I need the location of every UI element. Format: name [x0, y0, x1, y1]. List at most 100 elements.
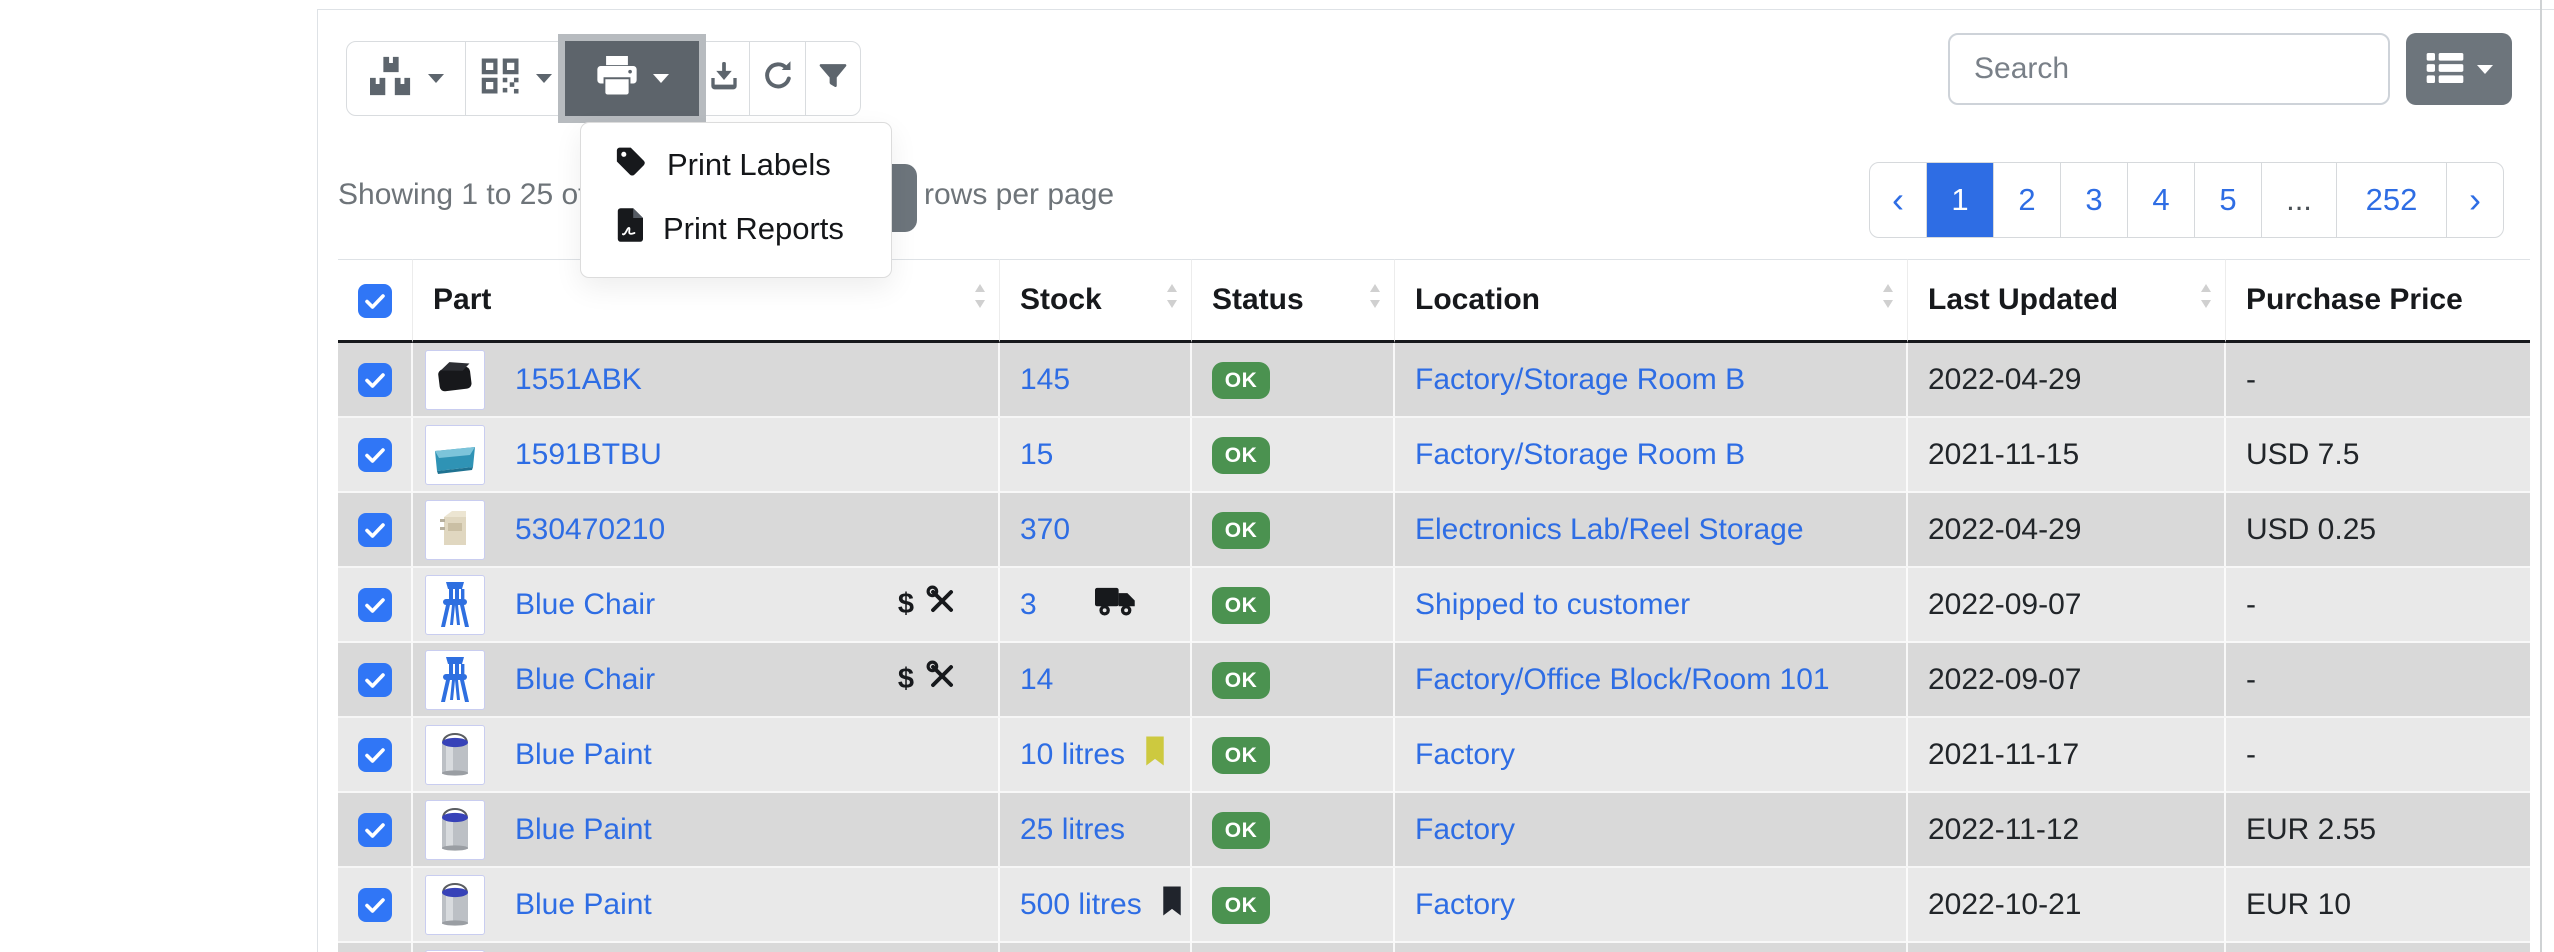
location-link[interactable]: Factory [1415, 813, 1515, 846]
refresh-button[interactable] [749, 41, 806, 116]
part-thumbnail[interactable] [425, 650, 485, 710]
stock-link[interactable]: 25 litres [1020, 813, 1125, 847]
location-link[interactable]: Electronics Lab/Reel Storage [1415, 513, 1804, 546]
location-link[interactable]: Shipped to customer [1415, 588, 1690, 621]
part-link[interactable]: Blue Paint [515, 813, 652, 847]
last-updated-cell: 2022-10-21 [1908, 868, 2226, 943]
select-all-header [338, 259, 413, 343]
columns-button[interactable] [2406, 33, 2512, 105]
menu-item-label: Print Labels [667, 147, 831, 183]
part-thumbnail[interactable] [425, 425, 485, 485]
filter-button[interactable] [805, 41, 861, 116]
bookmark-dark-icon [1160, 885, 1184, 925]
dollar-icon: $ [898, 663, 914, 696]
table-row: Blue Chair $ 3 OK Shipped to customer [338, 568, 2530, 643]
stock-table: Part Stock Status [338, 259, 2530, 952]
search-input[interactable] [1948, 33, 2390, 105]
table-row: $ [338, 943, 2530, 952]
column-header-stock[interactable]: Stock [1000, 259, 1192, 343]
stock-link[interactable]: 370 [1020, 513, 1070, 547]
location-link[interactable]: Factory/Storage Room B [1415, 438, 1745, 471]
location-link[interactable]: Factory/Storage Room B [1415, 363, 1745, 396]
chevron-down-icon [536, 74, 552, 83]
column-header-status[interactable]: Status [1192, 259, 1395, 343]
truck-icon [1095, 585, 1137, 625]
page-button-4[interactable]: 4 [2127, 163, 2194, 237]
part-thumbnail[interactable] [425, 350, 485, 410]
location-link[interactable]: Factory [1415, 888, 1515, 921]
part-link[interactable]: Blue Chair [515, 588, 655, 622]
stock-link[interactable]: 145 [1020, 363, 1070, 397]
stock-link[interactable]: 10 litres [1020, 738, 1125, 772]
status-badge: OK [1212, 512, 1270, 549]
column-header-location[interactable]: Location [1395, 259, 1908, 343]
part-link[interactable]: Blue Paint [515, 738, 652, 772]
chevron-down-icon [653, 74, 669, 83]
stock-tree-button[interactable] [346, 41, 466, 116]
table-toolbar [346, 41, 861, 116]
part-link[interactable]: 1551ABK [515, 363, 642, 397]
flag-yellow-icon [1143, 735, 1167, 775]
part-link[interactable]: Blue Chair [515, 663, 655, 697]
last-updated-cell: 2022-04-29 [1908, 343, 2226, 418]
print-actions-button[interactable] [565, 41, 699, 116]
table-row: 1551ABK 145 OK Factory/Storage Room B 20… [338, 343, 2530, 418]
column-header-purchase-price[interactable]: Purchase Price [2226, 259, 2530, 343]
stock-link[interactable]: 14 [1020, 663, 1053, 697]
part-link[interactable]: 1591BTBU [515, 438, 662, 472]
row-checkbox[interactable] [358, 738, 392, 772]
part-thumbnail[interactable] [425, 500, 485, 560]
row-checkbox[interactable] [358, 513, 392, 547]
page-button-1[interactable]: 1 [1926, 163, 1993, 237]
pagination-info: Showing 1 to 25 of [338, 178, 587, 212]
purchase-price-cell: - [2226, 343, 2530, 418]
stock-tree-icon [368, 55, 414, 102]
sort-icon [1881, 283, 1895, 317]
stock-link[interactable]: 3 [1020, 588, 1037, 622]
stock-table-page: Print Labels Print Reports Showing 1 to … [0, 0, 2554, 952]
tag-icon [615, 145, 647, 185]
column-header-last-updated[interactable]: Last Updated [1908, 259, 2226, 343]
part-link[interactable]: Blue Paint [515, 888, 652, 922]
purchase-price-cell: - [2226, 718, 2530, 793]
select-all-checkbox[interactable] [358, 284, 392, 318]
qrcode-icon [480, 56, 522, 101]
page-button-3[interactable]: 3 [2060, 163, 2127, 237]
printer-icon [595, 56, 639, 101]
location-link[interactable]: Factory/Office Block/Room 101 [1415, 663, 1830, 696]
row-checkbox[interactable] [358, 813, 392, 847]
table-list-icon [2425, 51, 2465, 88]
location-link[interactable]: Factory [1415, 738, 1515, 771]
part-thumbnail[interactable] [425, 875, 485, 935]
part-thumbnail[interactable] [425, 575, 485, 635]
download-button[interactable] [698, 41, 750, 116]
row-checkbox[interactable] [358, 363, 392, 397]
purchase-price-cell: USD 7.5 [2226, 418, 2530, 493]
row-checkbox[interactable] [358, 588, 392, 622]
page-button-252[interactable]: 252 [2336, 163, 2446, 237]
purchase-price-cell: EUR 2.55 [2226, 793, 2530, 868]
part-thumbnail[interactable] [425, 725, 485, 785]
menu-item-print-labels[interactable]: Print Labels [581, 133, 891, 197]
page-button-2[interactable]: 2 [1993, 163, 2060, 237]
stock-link[interactable]: 15 [1020, 438, 1053, 472]
page-prev-button[interactable]: ‹ [1870, 163, 1926, 237]
filter-icon [818, 61, 848, 96]
purchase-price-cell: USD 0.25 [2226, 493, 2530, 568]
window-edge-line [2540, 0, 2542, 952]
menu-item-print-reports[interactable]: Print Reports [581, 197, 891, 261]
page-next-button[interactable]: › [2446, 163, 2503, 237]
barcode-actions-button[interactable] [465, 41, 566, 116]
page-button-5[interactable]: 5 [2194, 163, 2261, 237]
purchase-price-cell: - [2226, 643, 2530, 718]
row-checkbox[interactable] [358, 663, 392, 697]
stock-link[interactable]: 500 litres [1020, 888, 1142, 922]
part-link[interactable]: 530470210 [515, 513, 665, 547]
part-thumbnail[interactable] [425, 800, 485, 860]
row-checkbox[interactable] [358, 438, 392, 472]
row-checkbox[interactable] [358, 888, 392, 922]
sort-icon [1368, 283, 1382, 317]
last-updated-cell: 2022-11-12 [1908, 793, 2226, 868]
tools-icon [926, 660, 958, 700]
last-updated-cell: 2022-09-07 [1908, 568, 2226, 643]
